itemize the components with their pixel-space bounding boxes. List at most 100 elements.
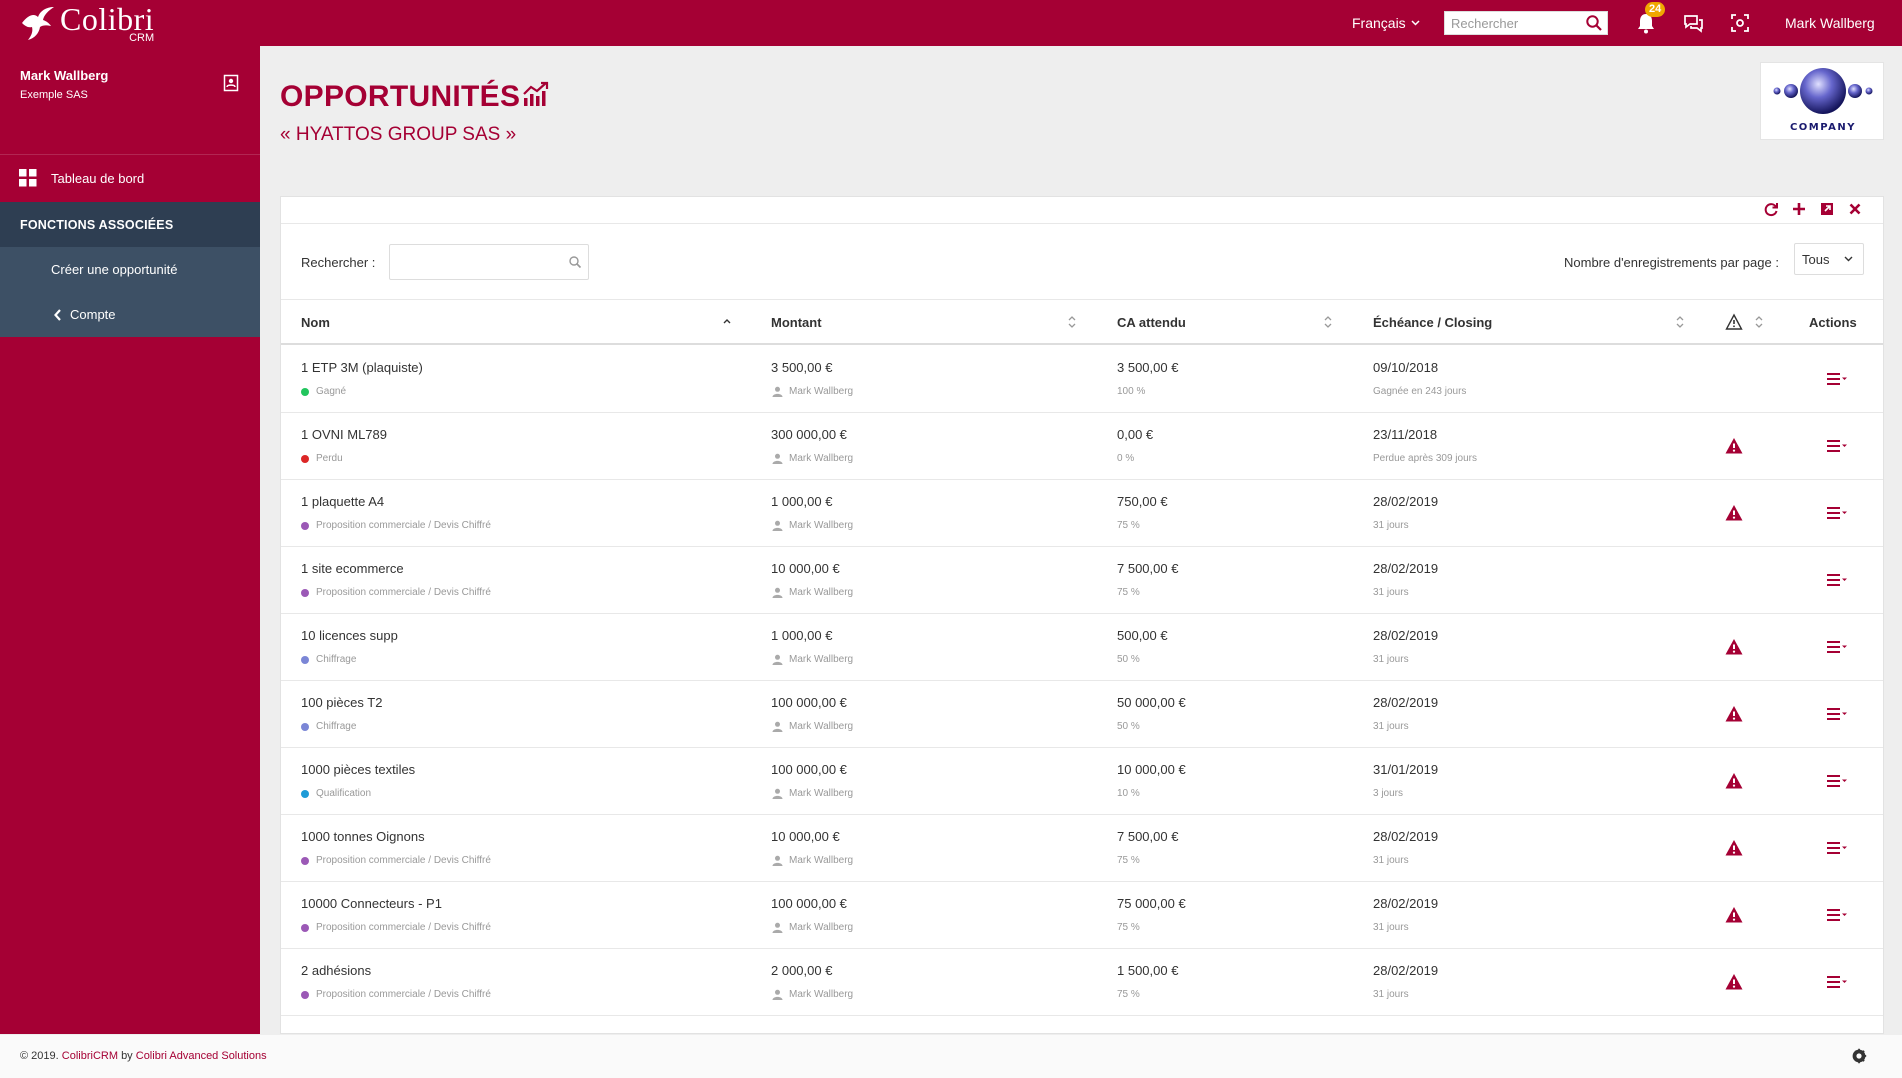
chevron-down-icon [1411, 20, 1420, 26]
stage-dot [301, 521, 309, 530]
opportunity-owner: Mark Wallberg [772, 788, 853, 799]
warning-icon [1725, 974, 1743, 990]
opportunity-due-date: 28/02/2019 [1373, 829, 1439, 844]
warning-icon [1725, 840, 1743, 856]
language-selector[interactable]: Français [1352, 15, 1420, 31]
row-actions-menu-icon[interactable] [1826, 372, 1848, 386]
sidebar-item-account[interactable]: Compte [0, 292, 260, 337]
opportunity-due-note: 31 jours [1373, 855, 1409, 866]
sort-icon[interactable] [1754, 314, 1764, 330]
table-row[interactable]: 1 OVNI ML789 Perdu 300 000,00 € Mark Wallbe… [281, 413, 1883, 480]
footer-text: © 2019. ColibriCRM by Colibri Advanced S… [20, 1050, 267, 1062]
column-header-actions: Actions [1809, 315, 1857, 330]
opportunity-stage: Chiffrage [301, 721, 356, 732]
stage-dot [301, 990, 309, 999]
search-icon[interactable] [1585, 14, 1603, 32]
user-icon [772, 721, 783, 732]
contact-card-icon[interactable] [222, 74, 240, 92]
row-actions-menu-icon[interactable] [1826, 841, 1848, 855]
opportunity-expected: 500,00 € [1117, 628, 1168, 643]
stage-label: Chiffrage [316, 654, 357, 665]
row-actions-menu-icon[interactable] [1826, 975, 1848, 989]
opportunity-probability: 75 % [1117, 922, 1140, 933]
add-icon[interactable] [1791, 201, 1807, 217]
notification-badge: 24 [1645, 2, 1666, 17]
opportunity-due-note: Gagnée en 243 jours [1373, 386, 1467, 397]
row-actions-menu-icon[interactable] [1826, 707, 1848, 721]
table-search-label: Rechercher : [301, 255, 376, 270]
opportunity-name[interactable]: 1 plaquette A4 [301, 494, 384, 509]
row-actions-menu-icon[interactable] [1826, 573, 1848, 587]
table-row[interactable]: 1 plaquette A4 Proposition commerciale / … [281, 480, 1883, 547]
opportunity-due-date: 23/11/2018 [1373, 427, 1438, 442]
refresh-icon[interactable] [1763, 201, 1779, 217]
close-icon[interactable] [1847, 201, 1863, 217]
table-row[interactable]: 1000 tonnes Oignons Proposition commercia… [281, 815, 1883, 882]
footer-company-link[interactable]: Colibri Advanced Solutions [136, 1050, 267, 1062]
opportunity-due-date: 09/10/2018 [1373, 360, 1439, 375]
opportunity-due-date: 28/02/2019 [1373, 963, 1439, 978]
owner-name: Mark Wallberg [789, 721, 854, 732]
user-menu[interactable]: Mark Wallberg [1785, 15, 1875, 31]
footer-product-link[interactable]: ColibriCRM [62, 1050, 118, 1062]
logo-name: Colibri [60, 0, 155, 37]
opportunity-name[interactable]: 1 site ecommerce [301, 561, 404, 576]
opportunity-name[interactable]: 1000 pièces textiles [301, 762, 415, 777]
stage-dot [301, 789, 309, 798]
opportunity-stage: Proposition commerciale / Devis Chiffré [301, 520, 491, 531]
column-header-expected-revenue[interactable]: CA attendu [1117, 315, 1186, 330]
column-header-due-date[interactable]: Échéance / Closing [1373, 315, 1492, 330]
sidebar-item-label: Tableau de bord [51, 170, 145, 186]
column-header-amount[interactable]: Montant [771, 315, 822, 330]
opportunity-name[interactable]: 2 adhésions [301, 963, 371, 978]
table-search-input[interactable] [398, 254, 568, 270]
opportunity-name[interactable]: 1 OVNI ML789 [301, 427, 387, 442]
table-row[interactable]: 2 adhésions Proposition commerciale / Dev… [281, 949, 1883, 1016]
owner-name: Mark Wallberg [789, 855, 854, 866]
opportunity-name[interactable]: 10000 Connecteurs - P1 [301, 896, 442, 911]
sort-icon[interactable] [1067, 314, 1077, 330]
row-actions-menu-icon[interactable] [1826, 908, 1848, 922]
opportunity-name[interactable]: 100 pièces T2 [301, 695, 382, 710]
table-row[interactable]: 1 site ecommerce Proposition commerciale … [281, 547, 1883, 614]
opportunity-due-date: 28/02/2019 [1373, 628, 1439, 643]
table-row[interactable]: 100 pièces T2 Chiffrage 100 000,00 € Mark W… [281, 681, 1883, 748]
chat-icon[interactable] [1682, 12, 1704, 34]
expand-icon[interactable] [1819, 201, 1835, 217]
opportunity-name[interactable]: 10 licences supp [301, 628, 398, 643]
sidebar-user: Mark Wallberg Exemple SAS [20, 68, 108, 101]
sort-icon[interactable] [1675, 314, 1685, 330]
table-row[interactable]: 1 ETP 3M (plaquiste) Gagné 3 500,00 € Mark … [281, 346, 1883, 413]
opportunity-name[interactable]: 1000 tonnes Oignons [301, 829, 425, 844]
footer-copyright: © 2019. [20, 1050, 59, 1062]
sidebar-item-create-opportunity[interactable]: Créer une opportunité [0, 247, 260, 292]
table-header: Nom Montant CA attendu Échéance / Closin… [281, 299, 1883, 345]
fullscreen-icon[interactable] [1730, 13, 1750, 33]
row-actions-menu-icon[interactable] [1826, 640, 1848, 654]
table-row[interactable]: 10 licences supp Chiffrage 1 000,00 € Mark … [281, 614, 1883, 681]
opportunity-probability: 0 % [1117, 453, 1135, 464]
per-page-select[interactable]: Tous [1794, 243, 1864, 275]
user-icon [772, 654, 783, 665]
opportunity-name[interactable]: 1 ETP 3M (plaquiste) [301, 360, 423, 375]
warning-column-icon[interactable] [1725, 313, 1743, 331]
opportunity-due-note: 31 jours [1373, 654, 1409, 665]
sort-asc-icon[interactable] [722, 314, 732, 330]
global-search-input[interactable] [1445, 15, 1579, 31]
stage-label: Perdu [316, 453, 343, 464]
row-actions-menu-icon[interactable] [1826, 506, 1848, 520]
app-logo[interactable]: Colibri CRM [18, 0, 154, 46]
sidebar-item-dashboard[interactable]: Tableau de bord [0, 158, 260, 198]
row-actions-menu-icon[interactable] [1826, 774, 1848, 788]
column-header-name[interactable]: Nom [301, 315, 330, 330]
owner-name: Mark Wallberg [789, 788, 854, 799]
table-row[interactable]: 1000 pièces textiles Qualification 100 000… [281, 748, 1883, 815]
opportunity-amount: 100 000,00 € [771, 762, 847, 777]
table-row[interactable]: 10000 Connecteurs - P1 Proposition commer… [281, 882, 1883, 949]
per-page-value: Tous [1802, 251, 1830, 267]
owner-name: Mark Wallberg [789, 520, 854, 531]
sort-icon[interactable] [1323, 314, 1333, 330]
row-actions-menu-icon[interactable] [1826, 439, 1848, 453]
gear-icon[interactable] [1850, 1047, 1868, 1065]
user-icon [772, 922, 783, 933]
